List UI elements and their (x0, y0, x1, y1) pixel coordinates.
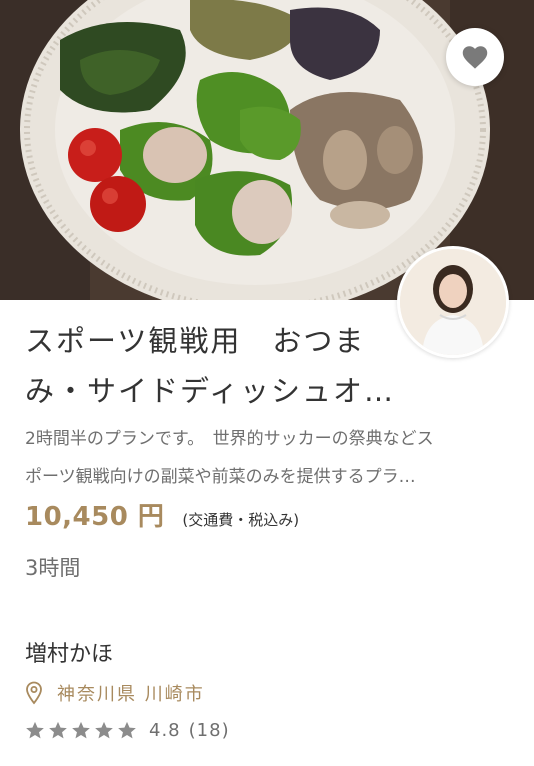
chef-avatar[interactable] (397, 246, 509, 358)
review-count[interactable]: (18) (189, 720, 230, 741)
rating-row: 4.8 (18) (25, 720, 230, 741)
location-pin-icon (26, 681, 42, 705)
heart-icon (462, 46, 488, 69)
price: 10,450 円 (25, 502, 165, 532)
plan-title-line2: み・サイドディッシュオ… (25, 374, 395, 408)
plan-title-line1: スポーツ観戦用 おつま (25, 324, 366, 358)
plan-description-line1: 2時間半のプランです。 世界的サッカーの祭典などス (25, 429, 434, 449)
location-text: 神奈川県 川崎市 (57, 684, 205, 705)
star-icon (95, 721, 113, 739)
plan-description-line2: ポーツ観戦向けの副菜や前菜のみを提供するプラ… (25, 467, 416, 487)
star-icon (72, 721, 90, 739)
star-icon (26, 721, 44, 739)
plan-description: 2時間半のプランです。 世界的サッカーの祭典などス ポーツ観戦向けの副菜や前菜の… (25, 420, 510, 496)
plan-title[interactable]: スポーツ観戦用 おつま み・サイドディッシュオ… (25, 316, 395, 416)
star-icon (118, 721, 136, 739)
price-note: (交通費・税込み) (182, 511, 300, 529)
price-row: 10,450 円 (交通費・税込み) (25, 496, 299, 533)
favorite-button[interactable] (446, 28, 504, 86)
plan-card[interactable]: スポーツ観戦用 おつま み・サイドディッシュオ… 2時間半のプランです。 世界的… (0, 0, 534, 766)
star-rating (25, 721, 137, 740)
location-row: 神奈川県 川崎市 (25, 680, 205, 706)
chef-name[interactable]: 増村かほ (25, 636, 113, 668)
star-icon (49, 721, 67, 739)
duration: 3時間 (25, 556, 81, 580)
rating-value: 4.8 (149, 720, 181, 741)
